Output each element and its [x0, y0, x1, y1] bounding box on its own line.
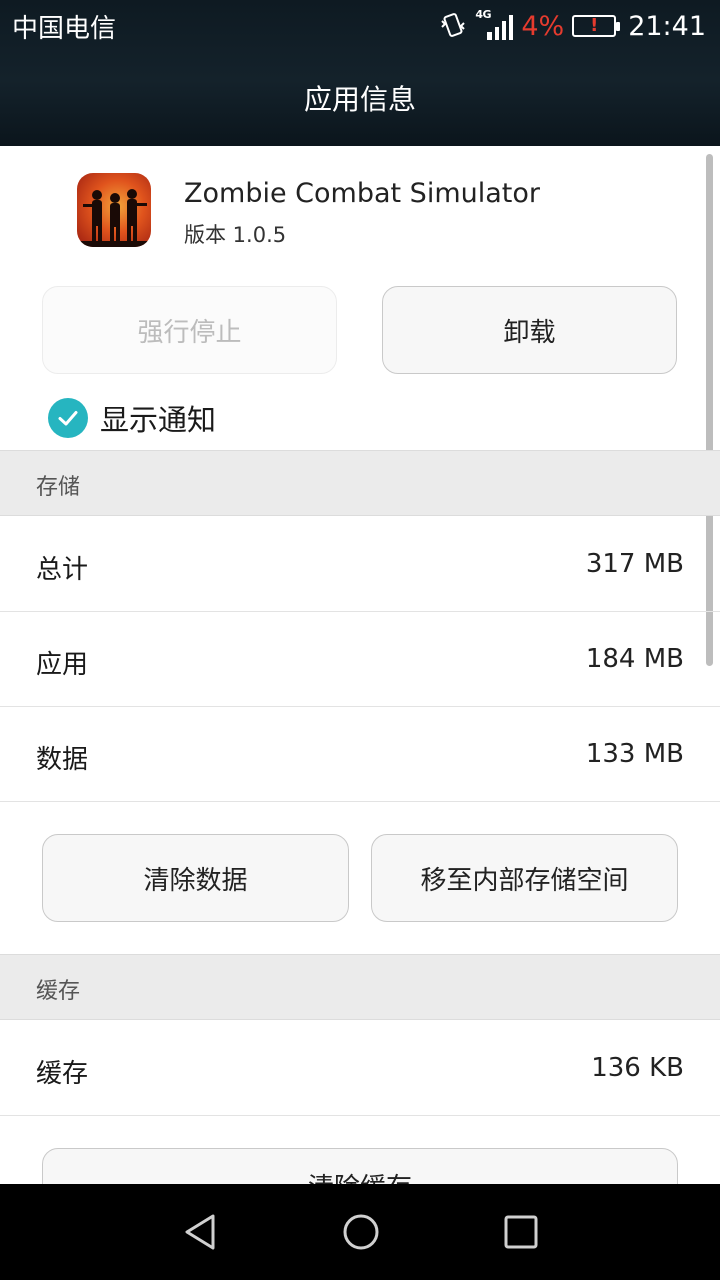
page-title: 应用信息: [303, 83, 416, 116]
row-label: 缓存: [36, 1059, 89, 1089]
row-label: 数据: [36, 745, 89, 775]
checkmark-icon[interactable]: [48, 398, 88, 438]
show-notifications-label: 显示通知: [100, 403, 217, 437]
clear-cache-button[interactable]: 清除缓存: [42, 1148, 678, 1184]
recents-icon[interactable]: [501, 1212, 541, 1252]
app-name: Zombie Combat Simulator: [184, 178, 540, 209]
cache-section-header: 缓存: [0, 954, 720, 1020]
force-stop-button[interactable]: 强行停止: [42, 286, 337, 374]
navigation-bar: [0, 1184, 720, 1280]
soldiers-silhouette-icon: [77, 189, 151, 247]
clear-data-button[interactable]: 清除数据: [42, 834, 349, 922]
cache-section-title: 缓存: [36, 979, 81, 1004]
storage-section-header: 存储: [0, 450, 720, 516]
app-version: 版本 1.0.5: [184, 223, 287, 247]
back-icon[interactable]: [181, 1212, 221, 1252]
app-icon: [77, 173, 151, 247]
storage-section-title: 存储: [36, 475, 81, 500]
row-value: 133 MB: [585, 739, 684, 769]
move-to-internal-storage-button[interactable]: 移至内部存储空间: [371, 834, 678, 922]
battery-percent: 4%: [521, 10, 565, 42]
show-notifications-toggle[interactable]: 显示通知: [48, 398, 216, 438]
row-value: 184 MB: [585, 644, 684, 674]
row-value: 317 MB: [585, 549, 684, 579]
network-type: 4G: [475, 8, 492, 21]
storage-row-total: 总计 317 MB: [0, 517, 720, 612]
storage-row-data: 数据 133 MB: [0, 707, 720, 802]
home-icon[interactable]: [341, 1212, 381, 1252]
status-bar: 中国电信 4G 4% ! 21:41: [0, 0, 720, 52]
signal-icon: 4G: [475, 8, 514, 40]
status-icons: 4G 4% ! 21:41: [439, 6, 706, 46]
app-info-content[interactable]: Zombie Combat Simulator 版本 1.0.5 强行停止 卸载…: [0, 146, 720, 1184]
row-label: 总计: [36, 555, 89, 585]
app-header: 中国电信 4G 4% ! 21:41 应用信息: [0, 0, 720, 146]
cache-row: 缓存 136 KB: [0, 1021, 720, 1116]
app-summary: Zombie Combat Simulator 版本 1.0.5: [0, 146, 720, 266]
row-label: 应用: [36, 650, 89, 680]
battery-alert: !: [590, 15, 599, 36]
carrier-name: 中国电信: [12, 14, 117, 44]
storage-row-app: 应用 184 MB: [0, 612, 720, 707]
uninstall-button[interactable]: 卸载: [382, 286, 677, 374]
vibrate-icon: [441, 13, 466, 37]
row-value: 136 KB: [591, 1053, 684, 1083]
battery-icon: !: [572, 15, 621, 37]
clock: 21:41: [628, 10, 706, 42]
